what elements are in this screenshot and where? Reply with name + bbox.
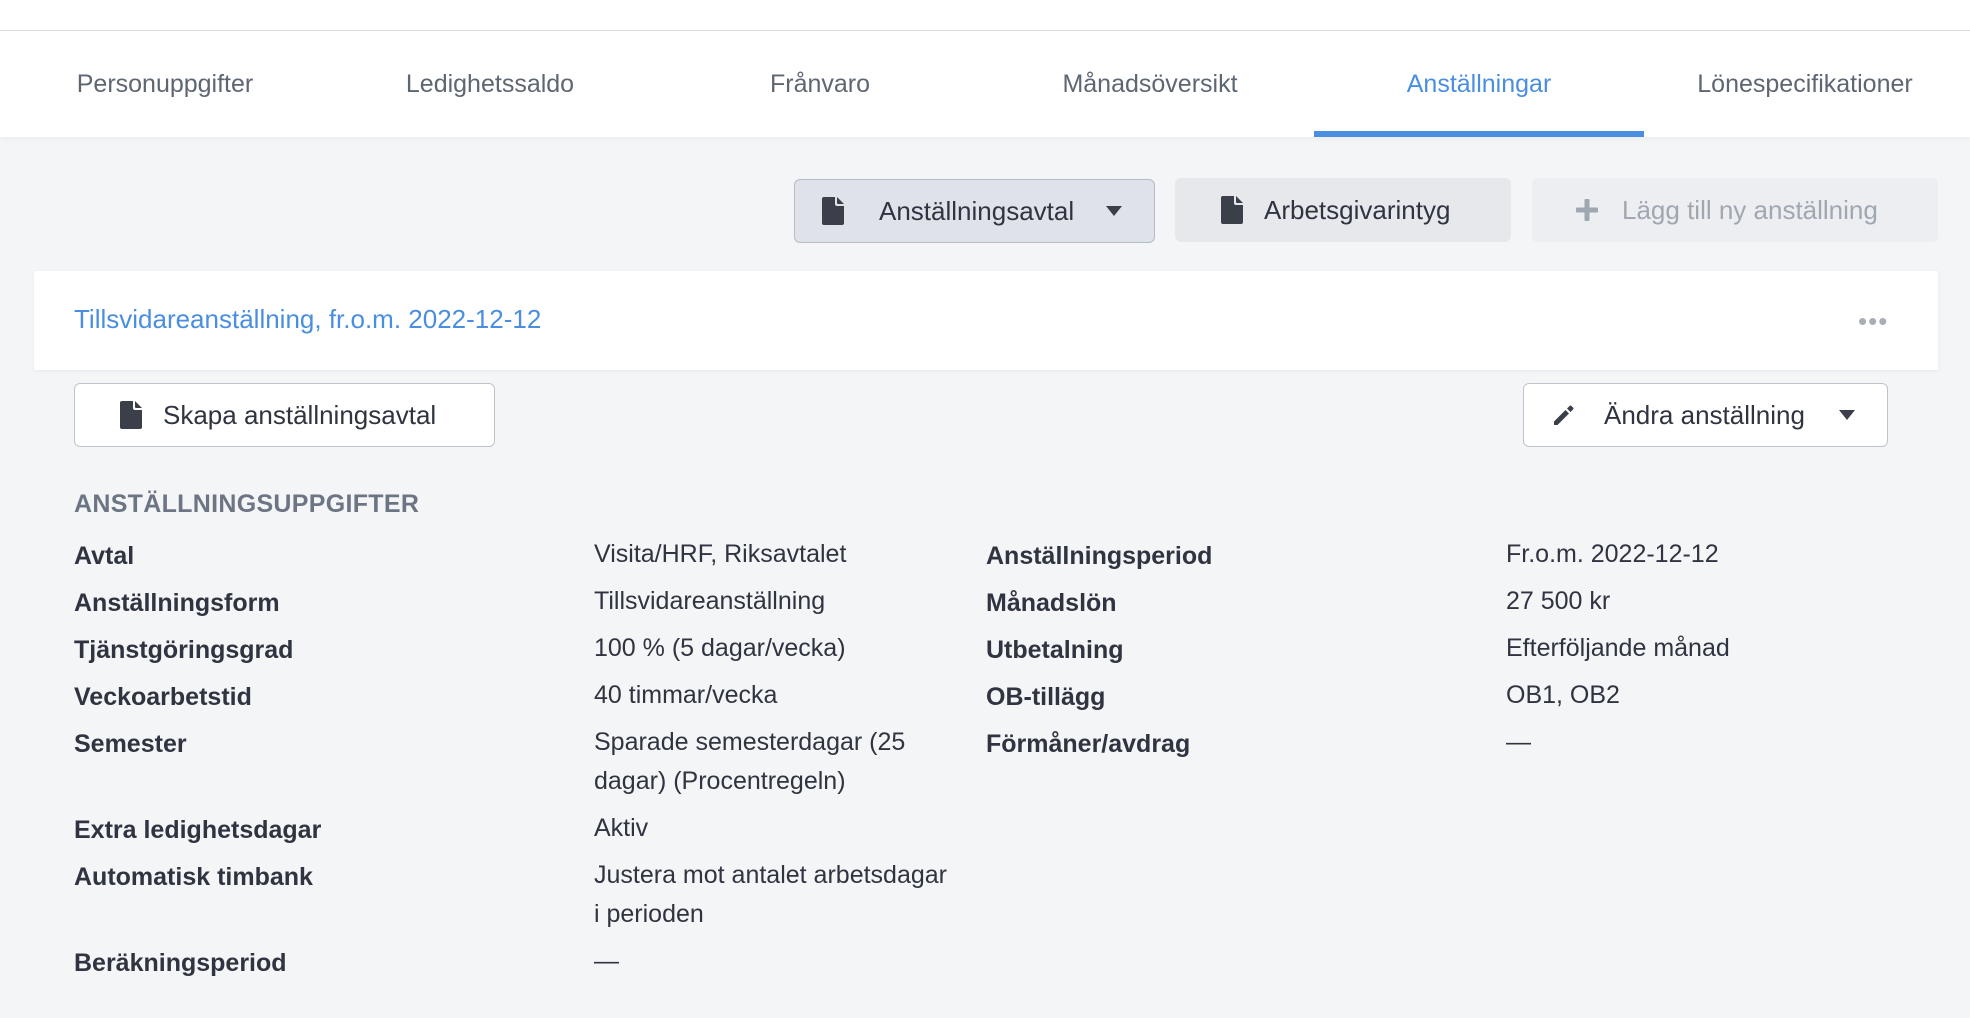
more-options-icon[interactable]: ••• <box>1858 308 1888 334</box>
contract-button-label: Anställningsavtal <box>879 195 1075 226</box>
certificate-button-label: Arbetsgivarintyg <box>1264 194 1451 225</box>
caret-down-icon <box>1838 410 1855 420</box>
edit-employment-dropdown-button[interactable]: Ändra anställning <box>1523 383 1888 447</box>
tab-bar: Personuppgifter Ledighetssaldo Frånvaro … <box>0 31 1970 137</box>
tab-ledighetssaldo[interactable]: Ledighetssaldo <box>325 31 655 137</box>
field-value: 100 % (5 dagar/vecka) <box>594 634 846 662</box>
field-value: Sparade semesterdagar (25 dagar) (Procen… <box>594 723 905 801</box>
field-value: 40 timmar/vecka <box>594 681 778 709</box>
employment-title[interactable]: Tillsvidareanställning, fr.o.m. 2022-12-… <box>74 304 541 335</box>
document-icon <box>1220 196 1244 224</box>
field-value-line: i perioden <box>594 900 704 928</box>
field-value: — <box>594 947 619 975</box>
employer-certificate-button[interactable]: Arbetsgivarintyg <box>1175 178 1511 242</box>
tab-label: Personuppgifter <box>76 69 254 98</box>
field-value: 27 500 kr <box>1506 587 1611 615</box>
add-employment-button[interactable]: Lägg till ny anställning <box>1532 178 1938 242</box>
field-label: Avtal <box>74 542 135 570</box>
field-label: Anställningsform <box>74 589 280 617</box>
field-label: Veckoarbetstid <box>74 683 252 711</box>
create-contract-label: Skapa anställningsavtal <box>163 399 437 430</box>
tab-label: Lönespecifikationer <box>1697 69 1913 98</box>
tab-franvaro[interactable]: Frånvaro <box>655 31 985 137</box>
employment-contract-dropdown-button[interactable]: Anställningsavtal <box>794 179 1155 243</box>
field-label: Semester <box>74 730 187 758</box>
field-label: Extra ledighetsdagar <box>74 816 322 844</box>
document-icon <box>821 197 845 225</box>
section-title: ANSTÄLLNINGSUPPGIFTER <box>74 490 420 518</box>
field-label: Beräkningsperiod <box>74 949 287 977</box>
field-value: Efterföljande månad <box>1506 634 1730 662</box>
tab-lonespecifikationer[interactable]: Lönespecifikationer <box>1640 31 1970 137</box>
field-label: Utbetalning <box>986 636 1124 664</box>
document-icon <box>119 401 143 429</box>
tab-label: Ledighetssaldo <box>405 69 575 98</box>
field-value: Fr.o.m. 2022-12-12 <box>1506 540 1719 568</box>
field-label: Tjänstgöringsgrad <box>74 636 294 664</box>
field-value: Justera mot antalet arbetsdagar i period… <box>594 856 947 934</box>
field-label: OB-tillägg <box>986 683 1106 711</box>
tab-personuppgifter[interactable]: Personuppgifter <box>0 31 330 137</box>
tab-anstallningar[interactable]: Anställningar <box>1314 31 1644 137</box>
field-value-line: dagar) (Procentregeln) <box>594 767 846 795</box>
plus-icon <box>1576 199 1598 221</box>
top-bar <box>0 0 1970 31</box>
field-label: Förmåner/avdrag <box>986 730 1191 758</box>
create-contract-button[interactable]: Skapa anställningsavtal <box>74 383 495 447</box>
caret-down-icon <box>1106 206 1123 216</box>
add-employment-label: Lägg till ny anställning <box>1622 194 1878 225</box>
field-value-line: Sparade semesterdagar (25 <box>594 728 906 756</box>
field-value: — <box>1506 728 1531 756</box>
tab-label: Anställningar <box>1406 69 1552 98</box>
field-label: Månadslön <box>986 589 1117 617</box>
field-value: Tillsvidareanställning <box>594 587 826 615</box>
field-value: OB1, OB2 <box>1506 681 1620 709</box>
tab-label: Frånvaro <box>769 69 871 98</box>
field-value: Aktiv <box>594 814 649 842</box>
tab-label: Månadsöversikt <box>1062 69 1238 98</box>
edit-employment-label: Ändra anställning <box>1604 399 1805 430</box>
pencil-icon <box>1552 403 1576 427</box>
tab-manadsoversikt[interactable]: Månadsöversikt <box>985 31 1315 137</box>
field-label: Anställningsperiod <box>986 542 1213 570</box>
field-label: Automatisk timbank <box>74 863 313 891</box>
field-value-line: Justera mot antalet arbetsdagar <box>594 861 947 889</box>
field-value: Visita/HRF, Riksavtalet <box>594 540 847 568</box>
